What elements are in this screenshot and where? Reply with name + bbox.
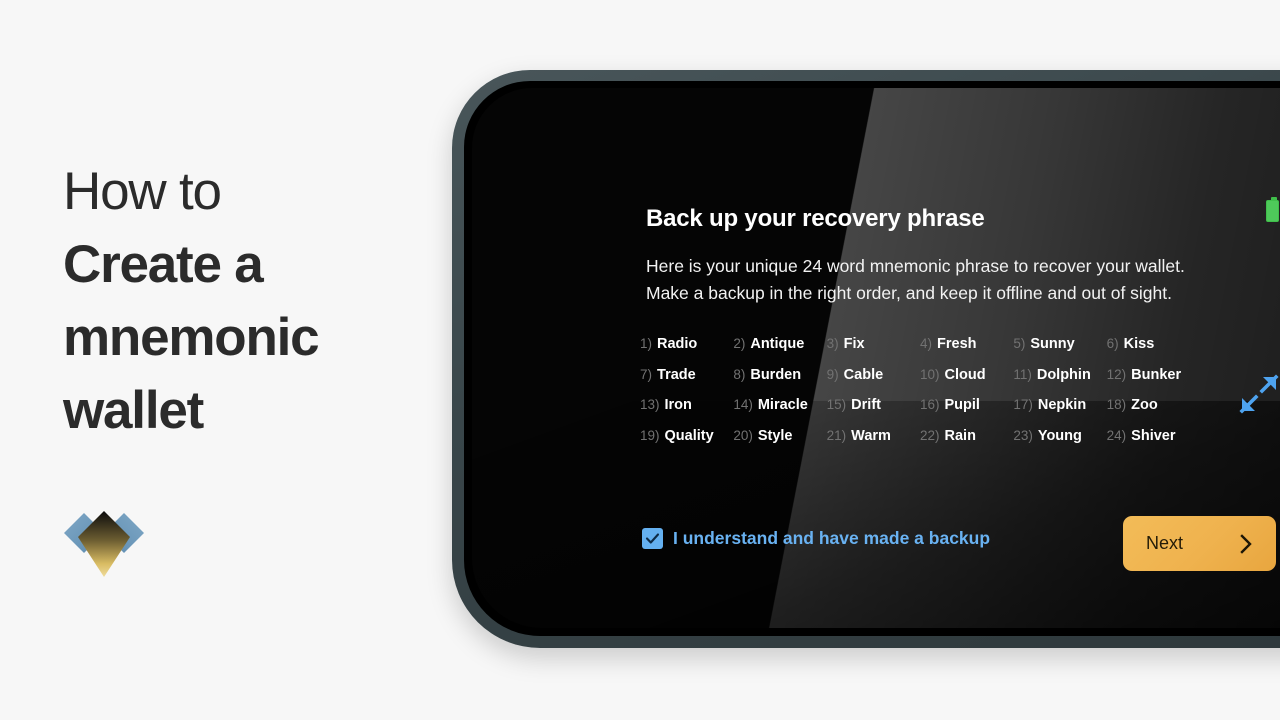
mnemonic-word: Fresh bbox=[937, 336, 977, 352]
page-title: Back up your recovery phrase bbox=[646, 205, 985, 232]
mnemonic-word: Nepkin bbox=[1037, 397, 1087, 413]
title-line-1: How to bbox=[63, 162, 222, 221]
mnemonic-index: 24) bbox=[1106, 427, 1127, 443]
mnemonic-word-6: 6) Kiss bbox=[1107, 336, 1200, 352]
battery-full-icon bbox=[1266, 197, 1279, 222]
mnemonic-word: Cable bbox=[843, 366, 884, 383]
next-button[interactable]: Next bbox=[1123, 516, 1276, 571]
description-line-1: Here is your unique 24 word mnemonic phr… bbox=[646, 256, 1185, 276]
mnemonic-word: Bunker bbox=[1131, 366, 1182, 383]
mnemonic-word-3: 3) Fix bbox=[827, 336, 920, 352]
mnemonic-word: Cloud bbox=[944, 366, 986, 383]
mnemonic-index: 18) bbox=[1106, 397, 1127, 412]
mnemonic-word-15: 15) Drift bbox=[827, 397, 920, 413]
mnemonic-index: 19) bbox=[640, 427, 660, 443]
mnemonic-index: 20) bbox=[733, 427, 753, 443]
mnemonic-word-1: 1) Radio bbox=[640, 336, 733, 352]
mnemonic-word: Burden bbox=[750, 366, 802, 383]
mnemonic-word-17: 17) Nepkin bbox=[1013, 397, 1106, 413]
mnemonic-word-21: 21) Warm bbox=[827, 428, 920, 444]
mnemonic-index: 2) bbox=[733, 336, 746, 351]
mnemonic-word: Quality bbox=[664, 427, 714, 444]
mnemonic-word: Rain bbox=[944, 427, 976, 444]
mnemonic-index: 8) bbox=[733, 366, 746, 382]
mnemonic-word: Fix bbox=[843, 336, 865, 352]
mnemonic-word-22: 22) Rain bbox=[920, 428, 1013, 444]
next-button-label: Next bbox=[1146, 533, 1184, 553]
mnemonic-index: 11) bbox=[1013, 366, 1032, 382]
mnemonic-word: Sunny bbox=[1030, 336, 1075, 352]
mnemonic-index: 13) bbox=[640, 397, 660, 412]
backup-confirm-checkbox[interactable] bbox=[642, 528, 663, 549]
title-line-3: mnemonic bbox=[63, 308, 320, 367]
device-screen: Back up your recovery phrase Here is you… bbox=[472, 88, 1280, 628]
mnemonic-word: Dolphin bbox=[1036, 366, 1091, 383]
mnemonic-index: 5) bbox=[1013, 336, 1026, 351]
mnemonic-index: 23) bbox=[1013, 427, 1033, 443]
mnemonic-word: Antique bbox=[750, 336, 805, 352]
mnemonic-index: 9) bbox=[826, 366, 839, 382]
check-icon bbox=[645, 533, 660, 544]
mnemonic-word: Kiss bbox=[1123, 336, 1155, 352]
intro-title-block: How to Create a mnemonic wallet bbox=[63, 155, 443, 447]
mnemonic-index: 12) bbox=[1106, 366, 1127, 382]
mnemonic-index: 1) bbox=[640, 336, 653, 351]
title-line-2: Create a bbox=[63, 235, 264, 294]
mnemonic-index: 21) bbox=[826, 427, 847, 443]
mnemonic-word: Miracle bbox=[757, 397, 808, 413]
mnemonic-word: Iron bbox=[664, 397, 692, 413]
backup-confirm-label[interactable]: I understand and have made a backup bbox=[673, 528, 990, 549]
page-description: Here is your unique 24 word mnemonic phr… bbox=[646, 253, 1185, 307]
mnemonic-word-12: 12) Bunker bbox=[1107, 367, 1200, 383]
mnemonic-index: 3) bbox=[826, 336, 839, 351]
mnemonic-word: Drift bbox=[851, 397, 881, 413]
mnemonic-word-14: 14) Miracle bbox=[733, 397, 826, 413]
mnemonic-word-8: 8) Burden bbox=[733, 367, 826, 383]
mnemonic-index: 16) bbox=[920, 397, 940, 412]
mnemonic-index: 10) bbox=[920, 366, 940, 382]
mnemonic-word: Pupil bbox=[944, 397, 980, 413]
mnemonic-word-10: 10) Cloud bbox=[920, 367, 1013, 383]
mnemonic-word-23: 23) Young bbox=[1013, 428, 1106, 444]
mnemonic-word: Shiver bbox=[1131, 427, 1176, 444]
mnemonic-index: 17) bbox=[1013, 397, 1033, 412]
mnemonic-index: 4) bbox=[920, 336, 933, 351]
backup-confirm-checkbox-row[interactable]: I understand and have made a backup bbox=[642, 528, 990, 549]
mnemonic-index: 15) bbox=[826, 397, 847, 412]
mnemonic-word: Zoo bbox=[1131, 397, 1158, 413]
mnemonic-index: 6) bbox=[1106, 336, 1119, 351]
mnemonic-word: Style bbox=[757, 427, 793, 444]
title-line-4: wallet bbox=[63, 381, 204, 440]
chevron-right-icon bbox=[1239, 533, 1254, 555]
mnemonic-index: 7) bbox=[640, 366, 653, 382]
mnemonic-word: Trade bbox=[657, 366, 696, 383]
mnemonic-word-4: 4) Fresh bbox=[920, 336, 1013, 352]
mnemonic-word-20: 20) Style bbox=[733, 428, 826, 444]
expand-arrows-icon[interactable] bbox=[1238, 373, 1280, 415]
mnemonic-word-9: 9) Cable bbox=[827, 367, 920, 383]
mnemonic-word-5: 5) Sunny bbox=[1013, 336, 1106, 352]
mnemonic-index: 14) bbox=[733, 397, 753, 412]
mnemonic-word-grid: 1) Radio 2) Antique 3) Fix 4) Fresh 5) Sunny … bbox=[640, 336, 1200, 444]
description-line-2: Make a backup in the right order, and ke… bbox=[646, 283, 1172, 303]
mnemonic-word-7: 7) Trade bbox=[640, 367, 733, 383]
mnemonic-word-18: 18) Zoo bbox=[1107, 397, 1200, 413]
mnemonic-word: Warm bbox=[851, 427, 891, 444]
mnemonic-word-24: 24) Shiver bbox=[1107, 428, 1200, 444]
mnemonic-word-16: 16) Pupil bbox=[920, 397, 1013, 413]
diamond-gem-logo-icon bbox=[64, 503, 144, 583]
screen-content: Back up your recovery phrase Here is you… bbox=[472, 88, 1280, 628]
mnemonic-word-2: 2) Antique bbox=[733, 336, 826, 352]
mnemonic-word-13: 13) Iron bbox=[640, 397, 733, 413]
mnemonic-word: Young bbox=[1037, 427, 1082, 444]
mnemonic-index: 22) bbox=[920, 427, 940, 443]
hardware-wallet-device: Back up your recovery phrase Here is you… bbox=[452, 70, 1280, 648]
mnemonic-word-19: 19) Quality bbox=[640, 428, 733, 444]
mnemonic-word: Radio bbox=[657, 336, 698, 352]
mnemonic-word-11: 11) Dolphin bbox=[1013, 367, 1106, 383]
